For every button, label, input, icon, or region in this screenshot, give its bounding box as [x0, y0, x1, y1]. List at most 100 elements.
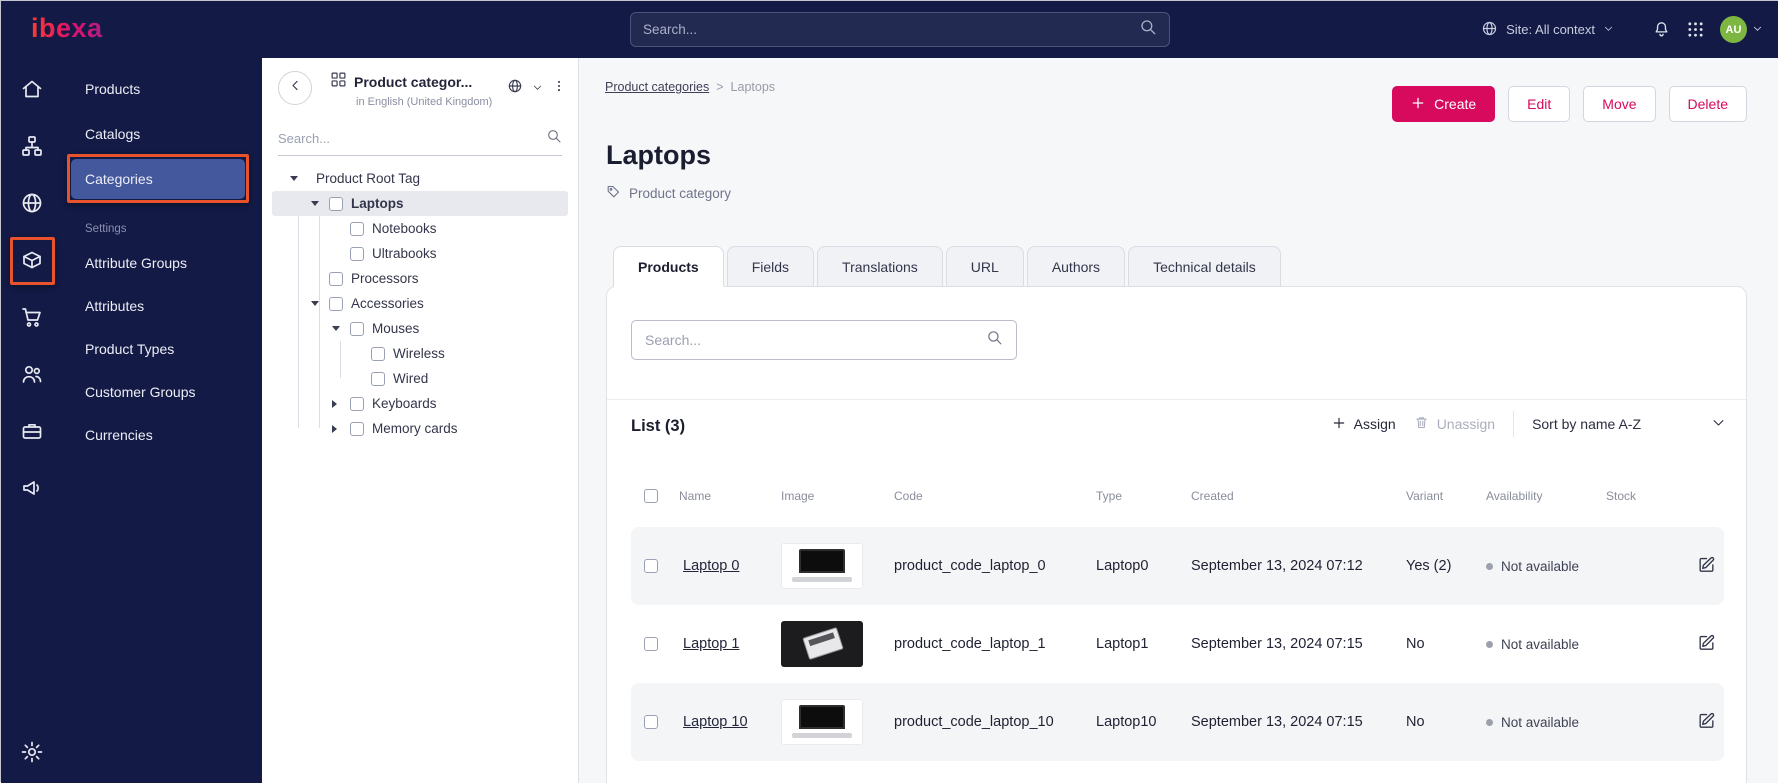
rail-orders[interactable]	[19, 306, 45, 332]
tab-fields[interactable]: Fields	[726, 246, 815, 287]
sidebar-item-catalogs[interactable]: Catalogs	[71, 114, 245, 154]
caret-right-icon[interactable]	[332, 425, 350, 433]
tab-technical-details[interactable]: Technical details	[1128, 246, 1281, 287]
checkbox[interactable]	[371, 346, 385, 361]
unassign-button[interactable]: Unassign	[1414, 415, 1495, 433]
tab-products[interactable]: Products	[613, 246, 724, 287]
tree-node-wired[interactable]: Wired	[272, 366, 568, 391]
select-all-checkbox[interactable]	[644, 489, 658, 503]
checkbox[interactable]	[350, 221, 364, 236]
row-edit-button[interactable]	[1662, 633, 1724, 656]
assign-button-label: Assign	[1353, 416, 1396, 432]
rail-campaigns[interactable]	[19, 477, 45, 503]
chevron-left-icon	[288, 78, 303, 98]
page-subtitle-label: Product category	[629, 185, 732, 201]
checkbox[interactable]	[350, 246, 364, 261]
product-list-search-input[interactable]	[645, 332, 986, 348]
checkbox[interactable]	[329, 296, 343, 311]
create-button[interactable]: Create	[1392, 86, 1496, 122]
breadcrumb-parent-link[interactable]: Product categories	[605, 80, 709, 94]
user-menu[interactable]: AU	[1720, 16, 1763, 43]
checkbox[interactable]	[350, 396, 364, 411]
tree-search[interactable]	[278, 122, 562, 156]
ibexa-logo[interactable]: ibexa	[31, 13, 103, 44]
product-name-link[interactable]: Laptop 1	[671, 636, 739, 652]
product-code: product_code_laptop_10	[894, 714, 1054, 730]
sidebar-item-attribute-groups[interactable]: Attribute Groups	[71, 243, 245, 283]
collapse-panel-button[interactable]	[278, 71, 312, 105]
column-header-variant: Variant	[1406, 489, 1444, 503]
sort-dropdown[interactable]: Sort by name A-Z	[1532, 415, 1726, 433]
tab-translations[interactable]: Translations	[817, 246, 943, 287]
checkbox[interactable]	[350, 321, 364, 336]
home-icon	[20, 77, 44, 106]
assign-button[interactable]: Assign	[1332, 416, 1396, 433]
tree-node-accessories[interactable]: Accessories	[272, 291, 568, 316]
product-name-link[interactable]: Laptop 10	[671, 714, 748, 730]
caret-down-icon[interactable]	[290, 176, 308, 181]
delete-button[interactable]: Delete	[1668, 86, 1747, 122]
tree-node-processors[interactable]: Processors	[272, 266, 568, 291]
rail-customers[interactable]	[19, 363, 45, 389]
chevron-down-icon[interactable]	[532, 80, 543, 98]
caret-right-icon[interactable]	[332, 400, 350, 408]
rail-products[interactable]	[19, 249, 45, 275]
table-header-row: Name Image Code Type Created Variant Ava…	[631, 489, 1724, 503]
trash-icon	[1414, 415, 1429, 433]
rail-home[interactable]	[19, 78, 45, 104]
sidebar-item-products[interactable]: Products	[71, 69, 245, 109]
global-search-input[interactable]	[643, 22, 1139, 37]
checkbox[interactable]	[329, 196, 343, 211]
row-edit-button[interactable]	[1662, 711, 1724, 734]
global-search[interactable]	[630, 12, 1170, 47]
move-button[interactable]: Move	[1583, 86, 1656, 122]
language-globe-icon[interactable]	[507, 78, 523, 99]
product-variant: Yes (2)	[1406, 558, 1452, 574]
notifications-bell-icon[interactable]	[1652, 20, 1671, 39]
sidebar-item-product-types[interactable]: Product Types	[71, 329, 245, 369]
sidebar-item-customer-groups[interactable]: Customer Groups	[71, 372, 245, 412]
product-list-search[interactable]	[631, 320, 1017, 360]
product-name-link[interactable]: Laptop 0	[671, 558, 739, 574]
tab-authors[interactable]: Authors	[1026, 246, 1126, 287]
tab-url[interactable]: URL	[945, 246, 1024, 287]
caret-down-icon[interactable]	[311, 201, 329, 206]
tree-search-input[interactable]	[278, 131, 546, 146]
rail-site[interactable]	[19, 192, 45, 218]
tree-node-laptops[interactable]: Laptops	[272, 191, 568, 216]
checkbox[interactable]	[371, 371, 385, 386]
caret-down-icon[interactable]	[311, 301, 329, 306]
kebab-menu-icon[interactable]	[552, 78, 566, 99]
apps-grid-icon[interactable]	[1687, 21, 1704, 38]
tree-panel-title: Product categor...	[354, 74, 473, 90]
caret-down-icon[interactable]	[332, 326, 350, 331]
tree-node-ultrabooks[interactable]: Ultrabooks	[272, 241, 568, 266]
tree-node-memory-cards[interactable]: Memory cards	[272, 416, 568, 441]
edit-button[interactable]: Edit	[1508, 86, 1571, 122]
chevron-down-icon	[1752, 21, 1763, 39]
tree-node-keyboards[interactable]: Keyboards	[272, 391, 568, 416]
rail-content-tree[interactable]	[19, 135, 45, 161]
site-context-selector[interactable]: Site: All context	[1481, 20, 1614, 40]
list-title: List (3)	[631, 417, 686, 435]
row-checkbox[interactable]	[644, 715, 658, 729]
search-icon	[546, 128, 562, 149]
sidebar-item-currencies[interactable]: Currencies	[71, 415, 245, 455]
checkbox[interactable]	[329, 271, 343, 286]
tree-node-product-root-tag[interactable]: Product Root Tag	[272, 166, 568, 191]
unassign-button-label: Unassign	[1436, 416, 1496, 432]
tree-node-label: Wireless	[393, 346, 445, 361]
search-icon	[1139, 18, 1157, 41]
row-edit-button[interactable]	[1662, 555, 1724, 578]
column-header-created: Created	[1191, 489, 1234, 503]
rail-company[interactable]	[19, 420, 45, 446]
checkbox[interactable]	[350, 421, 364, 436]
row-checkbox[interactable]	[644, 637, 658, 651]
rail-settings[interactable]	[19, 741, 45, 767]
tree-node-notebooks[interactable]: Notebooks	[272, 216, 568, 241]
row-checkbox[interactable]	[644, 559, 658, 573]
tree-node-mouses[interactable]: Mouses	[272, 316, 568, 341]
tree-node-wireless[interactable]: Wireless	[272, 341, 568, 366]
sidebar-item-categories[interactable]: Categories	[71, 159, 245, 199]
sidebar-item-attributes[interactable]: Attributes	[71, 286, 245, 326]
